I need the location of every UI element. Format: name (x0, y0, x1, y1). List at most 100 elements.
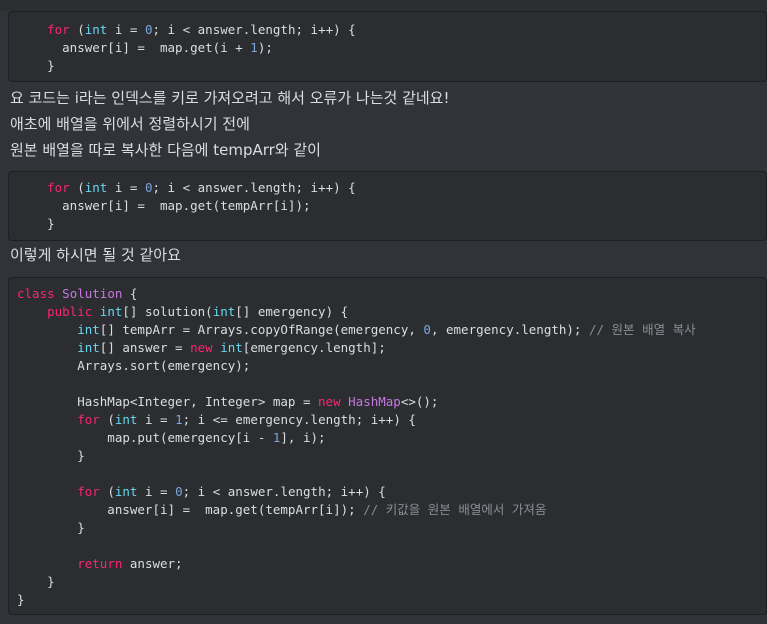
code-token: HashMap<Integer, Integer> map = (17, 394, 319, 409)
code-token: int (220, 340, 243, 355)
code-token: i = (107, 180, 145, 195)
code-line: } (9, 519, 766, 537)
code-token: [] answer = (99, 340, 191, 355)
code-token: int (84, 180, 108, 195)
code-token: new (190, 340, 213, 355)
code-token: answer[i] = map.get(tempArr[i]); (17, 502, 364, 517)
code-line: class Solution { (9, 285, 766, 303)
code-token: 0 (175, 484, 183, 499)
code-line: int[] answer = new int[emergency.length]… (9, 339, 766, 357)
code-line: answer[i] = map.get(tempArr[i]); // 키값을 … (9, 501, 766, 519)
code-token: ; i < answer.length; i++) { (152, 22, 356, 37)
code-line: } (9, 57, 766, 75)
code-line: HashMap<Integer, Integer> map = new Hash… (9, 393, 766, 411)
code-token: 0 (144, 22, 153, 37)
code-block-1[interactable]: for (int i = 0; i < answer.length; i++) … (8, 11, 767, 82)
code-block-2[interactable]: for (int i = 0; i < answer.length; i++) … (8, 171, 767, 241)
code-token: [] emergency) { (235, 304, 349, 319)
previous-message-edge (0, 0, 767, 11)
code-line: } (9, 573, 766, 591)
code-line: answer[i] = map.get(tempArr[i]); (9, 197, 766, 215)
code-token: 0 (144, 180, 153, 195)
code-token: [] tempArr = Arrays.copyOfRange(emergenc… (99, 322, 424, 337)
code-comment: // 원본 배열 복사 (588, 322, 696, 337)
code-token: HashMap (348, 394, 401, 409)
code-token: , emergency.length); (430, 322, 589, 337)
code-token: for (77, 412, 100, 427)
code-token: [] solution( (122, 304, 213, 319)
code-token: class (17, 286, 55, 301)
code-token: int (114, 412, 138, 427)
code-token: } (17, 216, 55, 231)
code-line: for (int i = 0; i < answer.length; i++) … (9, 179, 766, 197)
code-line: Arrays.sort(emergency); (9, 357, 766, 375)
code-token: } (17, 592, 25, 607)
message-line-2: 애초에 배열을 위에서 정렬하시기 전에 (10, 115, 250, 133)
code-token: ; i < answer.length; i++) { (152, 180, 356, 195)
code-token: new (318, 394, 341, 409)
code-line: answer[i] = map.get(i + 1); (9, 39, 766, 57)
code-token: } (17, 574, 55, 589)
code-block-3[interactable]: class Solution { public int[] solution(i… (8, 277, 767, 615)
code-token: i = (137, 484, 176, 499)
code-token: ( (99, 484, 115, 499)
code-token: 1 (250, 40, 258, 55)
code-token: } (17, 58, 55, 73)
code-line: } (9, 447, 766, 465)
code-token: map.put(emergency[i - (17, 430, 273, 445)
code-token: answer[i] = map.get(tempArr[i]); (17, 198, 311, 213)
code-token: ; i < answer.length; i++) { (182, 484, 386, 499)
code-token: 1 (175, 412, 183, 427)
code-token: ( (99, 412, 115, 427)
message-line-3: 원본 배열을 따로 복사한 다음에 tempArr와 같이 (10, 141, 321, 159)
code-token: } (17, 520, 85, 535)
code-token: for (77, 484, 100, 499)
code-token: 0 (423, 322, 431, 337)
code-token: int (84, 22, 108, 37)
code-line: public int[] solution(int[] emergency) { (9, 303, 766, 321)
code-token: [emergency.length]; (242, 340, 386, 355)
message-line-4: 이렇게 하시면 될 것 같아요 (10, 246, 181, 264)
code-token: ); (257, 40, 273, 55)
code-token: public (47, 304, 93, 319)
code-line: for (int i = 1; i <= emergency.length; i… (9, 411, 766, 429)
code-token: for (47, 180, 70, 195)
code-token: ; i <= emergency.length; i++) { (182, 412, 416, 427)
message-line-1: 요 코드는 i라는 인덱스를 키로 가져오려고 해서 오류가 나는것 같네요! (10, 89, 450, 107)
code-line: return answer; (9, 555, 766, 573)
code-line: for (int i = 0; i < answer.length; i++) … (9, 483, 766, 501)
code-token: answer[i] = map.get(i + (17, 40, 251, 55)
code-token: ], i); (280, 430, 326, 445)
code-token: <>(); (400, 394, 439, 409)
code-token: } (17, 448, 85, 463)
code-line: } (9, 215, 766, 233)
code-line: } (9, 591, 766, 609)
code-token: return (77, 556, 123, 571)
code-token: ( (69, 180, 85, 195)
code-token: for (47, 22, 70, 37)
code-token: Arrays.sort(emergency); (17, 358, 251, 373)
code-line: for (int i = 0; i < answer.length; i++) … (9, 21, 766, 39)
code-token: answer; (122, 556, 183, 571)
code-token: int (114, 484, 138, 499)
code-comment: // 키값을 원본 배열에서 가져옴 (363, 502, 547, 517)
code-token: i = (137, 412, 176, 427)
code-token: int (99, 304, 123, 319)
code-token: int (77, 340, 100, 355)
code-token: { (122, 286, 138, 301)
code-token: Solution (62, 286, 123, 301)
code-line: map.put(emergency[i - 1], i); (9, 429, 766, 447)
code-token: i = (107, 22, 145, 37)
code-token: int (212, 304, 236, 319)
